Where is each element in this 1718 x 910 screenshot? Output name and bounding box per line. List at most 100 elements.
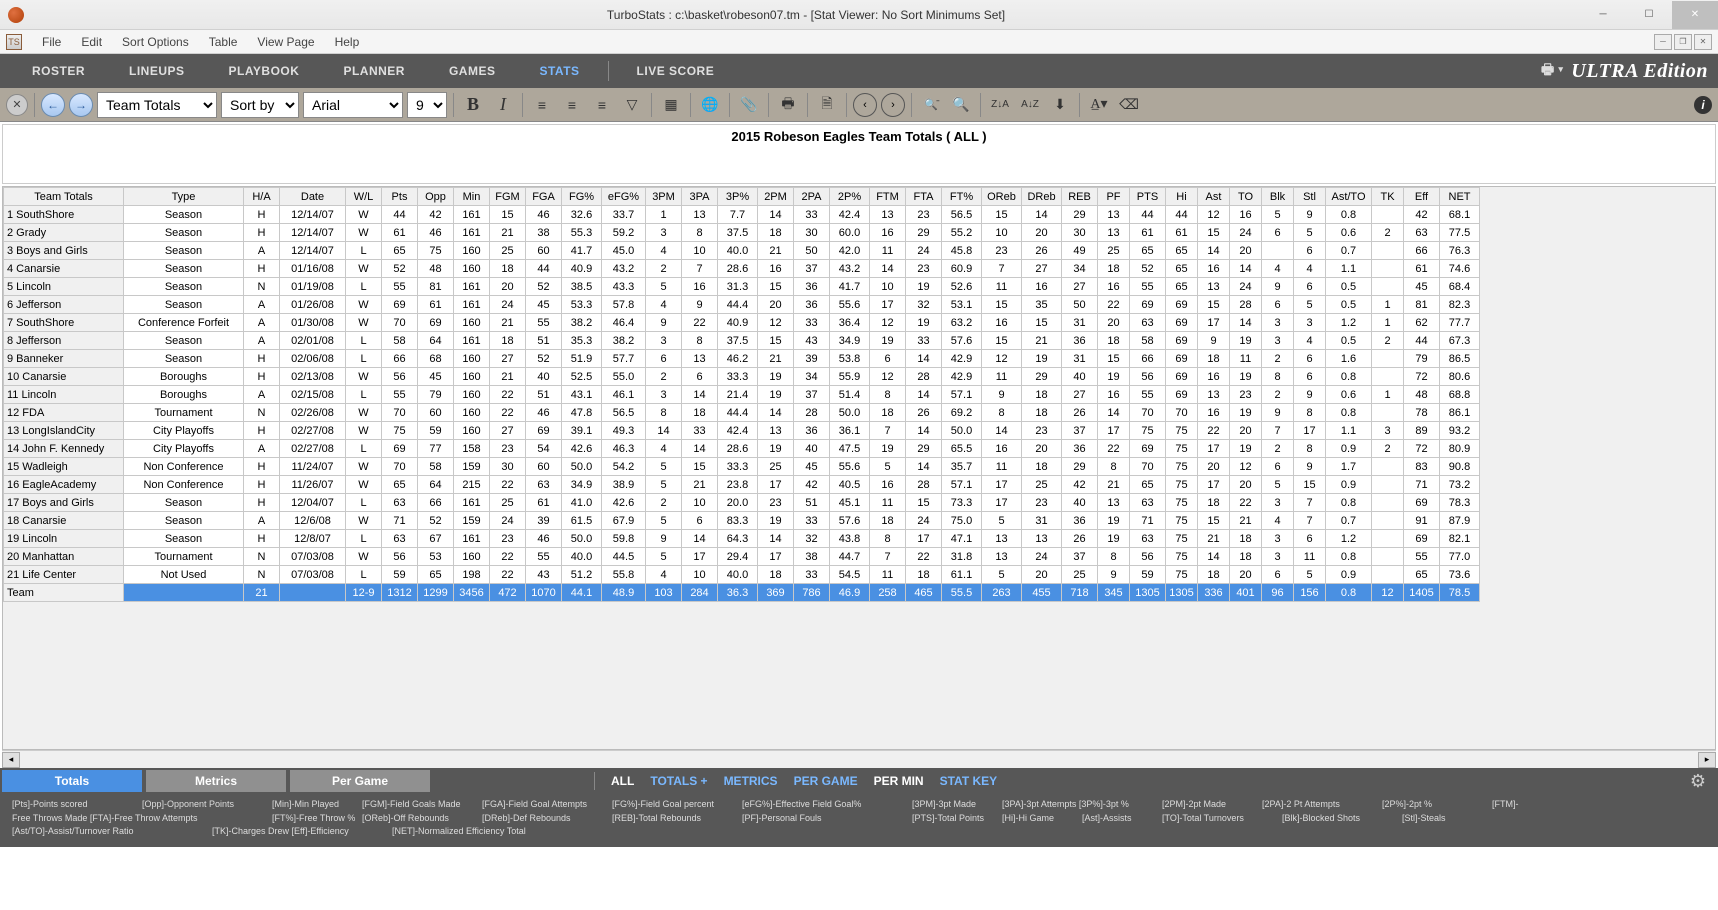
fontsize-select[interactable]: 9: [407, 92, 447, 118]
menu-file[interactable]: File: [32, 35, 71, 49]
col-header[interactable]: NET: [1440, 188, 1480, 206]
tab-totals[interactable]: Totals: [2, 770, 142, 792]
view-select[interactable]: Team Totals: [97, 92, 217, 118]
font-select[interactable]: Arial: [303, 92, 403, 118]
table-row[interactable]: 18 CanarsieSeasonA12/6/08W7152159243961.…: [4, 512, 1480, 530]
view-stat[interactable]: STAT KEY: [940, 774, 998, 788]
mdi-close-button[interactable]: ✕: [1694, 34, 1712, 50]
nav-live-score[interactable]: LIVE SCORE: [615, 64, 737, 78]
nav-lineups[interactable]: LINEUPS: [107, 64, 207, 78]
menu-edit[interactable]: Edit: [71, 35, 112, 49]
table-row[interactable]: 9 BannekerSeasonH02/06/08L6668160275251.…: [4, 350, 1480, 368]
hscroll-right[interactable]: ▸: [1698, 752, 1716, 768]
table-row[interactable]: 10 CanarsieBoroughsH02/13/08W56451602140…: [4, 368, 1480, 386]
col-header[interactable]: 3PA: [682, 188, 718, 206]
col-header[interactable]: Min: [454, 188, 490, 206]
menu-help[interactable]: Help: [325, 35, 370, 49]
align-right-button[interactable]: ≡: [589, 92, 615, 118]
font-color-button[interactable]: A̲▾: [1086, 92, 1112, 118]
table-row[interactable]: 13 LongIslandCityCity PlayoffsH02/27/08W…: [4, 422, 1480, 440]
col-header[interactable]: Team Totals: [4, 188, 124, 206]
mdi-restore-button[interactable]: ❐: [1674, 34, 1692, 50]
page-next-button[interactable]: ›: [881, 93, 905, 117]
nav-planner[interactable]: PLANNER: [321, 64, 427, 78]
tab-metrics[interactable]: Metrics: [146, 770, 286, 792]
align-left-button[interactable]: ≡: [529, 92, 555, 118]
col-header[interactable]: Blk: [1262, 188, 1294, 206]
table-total-row[interactable]: Team2112-9131212993456472107044.148.9103…: [4, 584, 1480, 602]
minimize-button[interactable]: ─: [1580, 1, 1626, 29]
col-header[interactable]: Pts: [382, 188, 418, 206]
nav-games[interactable]: GAMES: [427, 64, 518, 78]
table-row[interactable]: 20 ManhattanTournamentN07/03/08W56531602…: [4, 548, 1480, 566]
zoom-out-button[interactable]: 🔍̄: [918, 92, 944, 118]
table-row[interactable]: 5 LincolnSeasonN01/19/08L5581161205238.5…: [4, 278, 1480, 296]
table-row[interactable]: 21 Life CenterNot UsedN07/03/08L59651982…: [4, 566, 1480, 584]
erase-button[interactable]: ⌫: [1116, 92, 1142, 118]
table-row[interactable]: 4 CanarsieSeasonH01/16/08W5248160184440.…: [4, 260, 1480, 278]
menu-view-page[interactable]: View Page: [247, 35, 324, 49]
hscroll-left[interactable]: ◂: [2, 752, 20, 768]
web-button[interactable]: 🌐: [697, 92, 723, 118]
tab-per-game[interactable]: Per Game: [290, 770, 430, 792]
bold-button[interactable]: B: [460, 92, 486, 118]
col-header[interactable]: W/L: [346, 188, 382, 206]
col-header[interactable]: 2P%: [830, 188, 870, 206]
table-row[interactable]: 15 WadleighNon ConferenceH11/24/07W70581…: [4, 458, 1480, 476]
col-header[interactable]: FG%: [562, 188, 602, 206]
col-header[interactable]: Stl: [1294, 188, 1326, 206]
print-icon[interactable]: 🖶 ▾: [1541, 59, 1563, 83]
col-header[interactable]: Eff: [1404, 188, 1440, 206]
col-header[interactable]: DReb: [1022, 188, 1062, 206]
italic-button[interactable]: I: [490, 92, 516, 118]
table-row[interactable]: 14 John F. KennedyCity PlayoffsA02/27/08…: [4, 440, 1480, 458]
view-all[interactable]: ALL: [611, 774, 634, 788]
col-header[interactable]: 3PM: [646, 188, 682, 206]
sort-asc-button[interactable]: A↓Z: [1017, 92, 1043, 118]
table-row[interactable]: 6 JeffersonSeasonA01/26/08W6961161244553…: [4, 296, 1480, 314]
table-row[interactable]: 17 Boys and GirlsSeasonH12/04/07L6366161…: [4, 494, 1480, 512]
sort-desc-button[interactable]: Z↓A: [987, 92, 1013, 118]
table-row[interactable]: 2 GradySeasonH12/14/07W6146161213855.359…: [4, 224, 1480, 242]
app-menu-icon[interactable]: TS: [6, 34, 22, 50]
view-per[interactable]: PER GAME: [794, 774, 858, 788]
col-header[interactable]: PTS: [1130, 188, 1166, 206]
table-row[interactable]: 19 LincolnSeasonH12/8/07L6367161234650.0…: [4, 530, 1480, 548]
filter-button[interactable]: ▽: [619, 92, 645, 118]
table-row[interactable]: 8 JeffersonSeasonA02/01/08L5864161185135…: [4, 332, 1480, 350]
col-header[interactable]: Ast: [1198, 188, 1230, 206]
table-row[interactable]: 16 EagleAcademyNon ConferenceH11/26/07W6…: [4, 476, 1480, 494]
close-button[interactable]: ✕: [1672, 1, 1718, 29]
col-header[interactable]: Hi: [1166, 188, 1198, 206]
page-prev-button[interactable]: ‹: [853, 93, 877, 117]
attach-button[interactable]: 📎: [736, 92, 762, 118]
menu-sort-options[interactable]: Sort Options: [112, 35, 199, 49]
menu-table[interactable]: Table: [199, 35, 248, 49]
view-per[interactable]: PER MIN: [874, 774, 924, 788]
table-row[interactable]: 1 SouthShoreSeasonH12/14/07W444216115463…: [4, 206, 1480, 224]
view-metrics[interactable]: METRICS: [724, 774, 778, 788]
print-button[interactable]: 🖶: [775, 92, 801, 118]
grid-button[interactable]: ▦: [658, 92, 684, 118]
zoom-in-button[interactable]: 🔍: [948, 92, 974, 118]
col-header[interactable]: FT%: [942, 188, 982, 206]
col-header[interactable]: FTA: [906, 188, 942, 206]
nav-forward-button[interactable]: →: [69, 93, 93, 117]
maximize-button[interactable]: ☐: [1626, 1, 1672, 29]
view-totals[interactable]: TOTALS +: [650, 774, 707, 788]
col-header[interactable]: 3P%: [718, 188, 758, 206]
col-header[interactable]: FGA: [526, 188, 562, 206]
col-header[interactable]: Date: [280, 188, 346, 206]
col-header[interactable]: Opp: [418, 188, 454, 206]
table-row[interactable]: 12 FDATournamentN02/26/08W7060160224647.…: [4, 404, 1480, 422]
nav-playbook[interactable]: PLAYBOOK: [207, 64, 322, 78]
col-header[interactable]: 2PM: [758, 188, 794, 206]
col-header[interactable]: TK: [1372, 188, 1404, 206]
col-header[interactable]: 2PA: [794, 188, 830, 206]
col-header[interactable]: OReb: [982, 188, 1022, 206]
mdi-minimize-button[interactable]: ─: [1654, 34, 1672, 50]
col-header[interactable]: H/A: [244, 188, 280, 206]
col-header[interactable]: Ast/TO: [1326, 188, 1372, 206]
col-header[interactable]: TO: [1230, 188, 1262, 206]
col-header[interactable]: eFG%: [602, 188, 646, 206]
